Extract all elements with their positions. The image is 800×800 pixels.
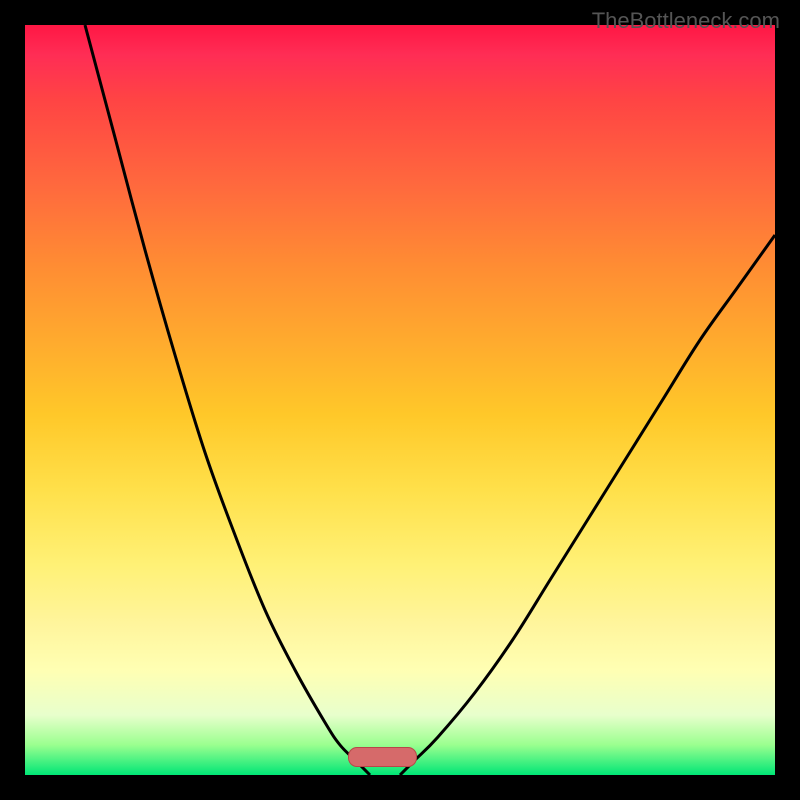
right-curve: [400, 235, 775, 775]
plot-area: [25, 25, 775, 775]
bottleneck-marker: [348, 747, 418, 767]
watermark-text: TheBottleneck.com: [592, 8, 780, 34]
curves-svg: [25, 25, 775, 775]
left-curve: [85, 25, 370, 775]
